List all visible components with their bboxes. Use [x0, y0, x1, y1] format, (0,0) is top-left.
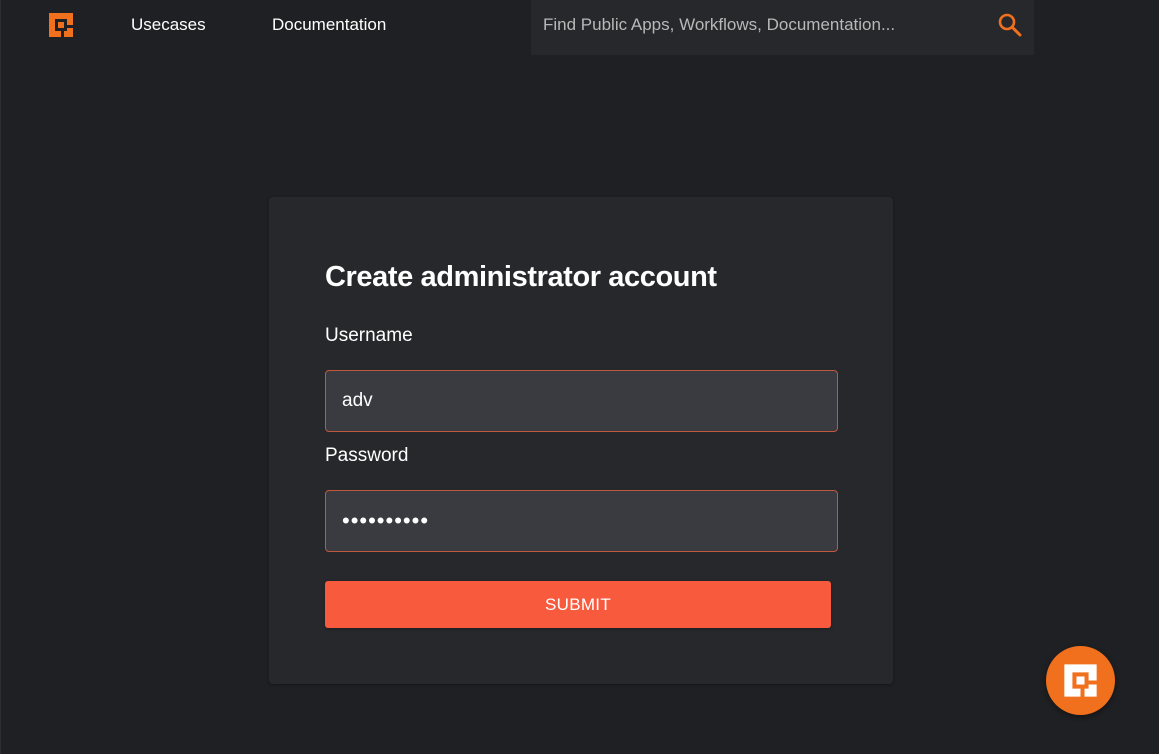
create-admin-card: Create administrator account Username Pa… [269, 197, 893, 684]
password-field-wrapper [325, 490, 838, 552]
app-frame: Usecases Documentation Create administra… [0, 0, 1159, 754]
top-nav: Usecases Documentation [1, 0, 1159, 55]
search-icon[interactable] [997, 12, 1023, 38]
username-field-wrapper [325, 370, 838, 432]
nav-link-usecases[interactable]: Usecases [131, 15, 206, 35]
search-bar [531, 0, 1034, 55]
submit-button[interactable]: SUBMIT [325, 581, 831, 628]
username-label: Username [325, 325, 413, 346]
password-field[interactable] [326, 491, 837, 551]
username-field[interactable] [326, 371, 837, 431]
password-label: Password [325, 445, 409, 466]
nav-link-documentation[interactable]: Documentation [272, 15, 386, 35]
shuffle-logo-icon[interactable] [48, 12, 74, 38]
page-title: Create administrator account [325, 261, 717, 293]
shuffle-logo-icon [1064, 664, 1097, 697]
help-chat-button[interactable] [1046, 646, 1115, 715]
search-input[interactable] [531, 0, 991, 50]
